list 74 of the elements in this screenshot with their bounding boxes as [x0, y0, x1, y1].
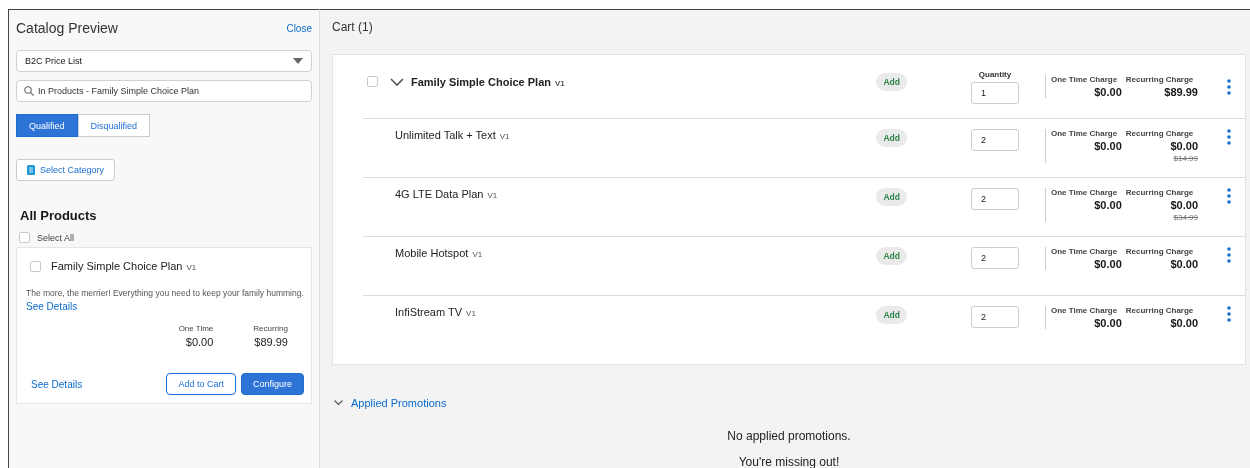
configure-button[interactable]: Configure — [240, 373, 304, 395]
original-price: $34.99 — [1172, 213, 1198, 222]
quantity-field[interactable]: 1 — [971, 81, 1019, 104]
add-badge: Add — [876, 306, 907, 324]
add-badge: Add — [876, 129, 907, 147]
item-name: Unlimited Talk + Text V1 — [395, 129, 510, 141]
price-label: Recurring — [253, 324, 288, 333]
charge-label: Recurring Charge — [1125, 129, 1195, 138]
product-description: The more, the merrier! Everything you need to keep your family humming. — [26, 287, 304, 300]
charge-label: Recurring Charge — [1125, 306, 1195, 315]
charge-label: Recurring Charge — [1125, 75, 1195, 84]
quantity-field[interactable]: 2 — [971, 129, 1019, 151]
chevron-icon[interactable] — [390, 76, 404, 87]
add-badge: Add — [876, 72, 907, 91]
close-link[interactable]: Close — [286, 22, 312, 34]
price-list-dropdown[interactable]: B2C Price List — [16, 50, 312, 72]
charge-value: $0.00 — [1093, 199, 1122, 211]
chevron-icon[interactable] — [334, 400, 343, 406]
item-name: Family Simple Choice Plan V1 — [411, 75, 565, 88]
more-icon[interactable] — [1227, 78, 1231, 95]
section-heading: All Products — [20, 208, 98, 223]
original-price: $14.99 — [1172, 154, 1198, 163]
filter-tab[interactable]: Qualified — [16, 114, 78, 137]
charge-value: $0.00 — [1093, 86, 1122, 98]
promotions-link[interactable]: Applied Promotions — [351, 397, 447, 409]
checkbox[interactable] — [30, 260, 41, 272]
see-details-link[interactable]: See Details — [26, 301, 78, 312]
charge-value: $0.00 — [1169, 140, 1198, 152]
empty-message: You're missing out! — [738, 455, 840, 468]
quantity-field[interactable]: 2 — [971, 188, 1019, 210]
product-name: Family Simple Choice Plan V1 — [51, 260, 197, 272]
caret-icon — [293, 58, 303, 64]
empty-message: No applied promotions. — [727, 429, 851, 443]
quantity-field[interactable]: 2 — [971, 247, 1019, 269]
charge-value: $0.00 — [1169, 317, 1198, 329]
charge-value: $0.00 — [1169, 258, 1198, 270]
charge-label: Recurring Charge — [1125, 247, 1195, 256]
cart-title: Cart (1) — [332, 20, 374, 34]
charge-value: $0.00 — [1093, 140, 1122, 152]
add-badge: Add — [876, 188, 907, 206]
quantity-field[interactable]: 2 — [971, 306, 1019, 328]
quantity-label: Quantity — [978, 69, 1012, 79]
charge-label: One Time Charge — [1051, 247, 1119, 256]
charge-label: One Time Charge — [1051, 306, 1119, 315]
checkbox[interactable] — [19, 232, 30, 243]
search-icon — [24, 86, 34, 96]
charge-label: Recurring Charge — [1125, 188, 1195, 197]
item-name: Mobile Hotspot V1 — [395, 247, 483, 259]
charge-value: $0.00 — [1169, 199, 1198, 211]
more-icon[interactable] — [1227, 247, 1231, 263]
filter-tab[interactable]: Disqualified — [77, 114, 151, 137]
charge-label: One Time Charge — [1051, 188, 1119, 197]
more-icon[interactable] — [1227, 306, 1231, 322]
more-icon[interactable] — [1227, 188, 1231, 204]
search-field[interactable]: In Products - Family Simple Choice Plan — [16, 80, 312, 102]
checkbox[interactable] — [367, 76, 378, 87]
charge-label: One Time Charge — [1051, 75, 1119, 84]
price-value: $0.00 — [185, 336, 214, 348]
checkbox-label: Select All — [37, 232, 75, 243]
add-to-cart-button[interactable]: Add to Cart — [166, 373, 236, 395]
select-category-button[interactable]: Select Category — [16, 159, 116, 181]
add-badge: Add — [876, 247, 907, 265]
panel-title: Catalog Preview — [16, 20, 118, 36]
item-name: 4G LTE Data Plan V1 — [395, 188, 498, 200]
charge-value: $0.00 — [1093, 258, 1122, 270]
see-details-link[interactable]: See Details — [31, 378, 162, 390]
charge-label: One Time Charge — [1051, 129, 1119, 138]
charge-value: $89.99 — [1163, 86, 1198, 98]
book-icon — [27, 165, 35, 175]
item-name: InfiStream TV V1 — [395, 306, 476, 318]
charge-value: $0.00 — [1093, 317, 1122, 329]
price-label: One Time — [178, 324, 214, 333]
more-icon[interactable] — [1227, 129, 1231, 145]
price-value: $89.99 — [254, 336, 288, 348]
